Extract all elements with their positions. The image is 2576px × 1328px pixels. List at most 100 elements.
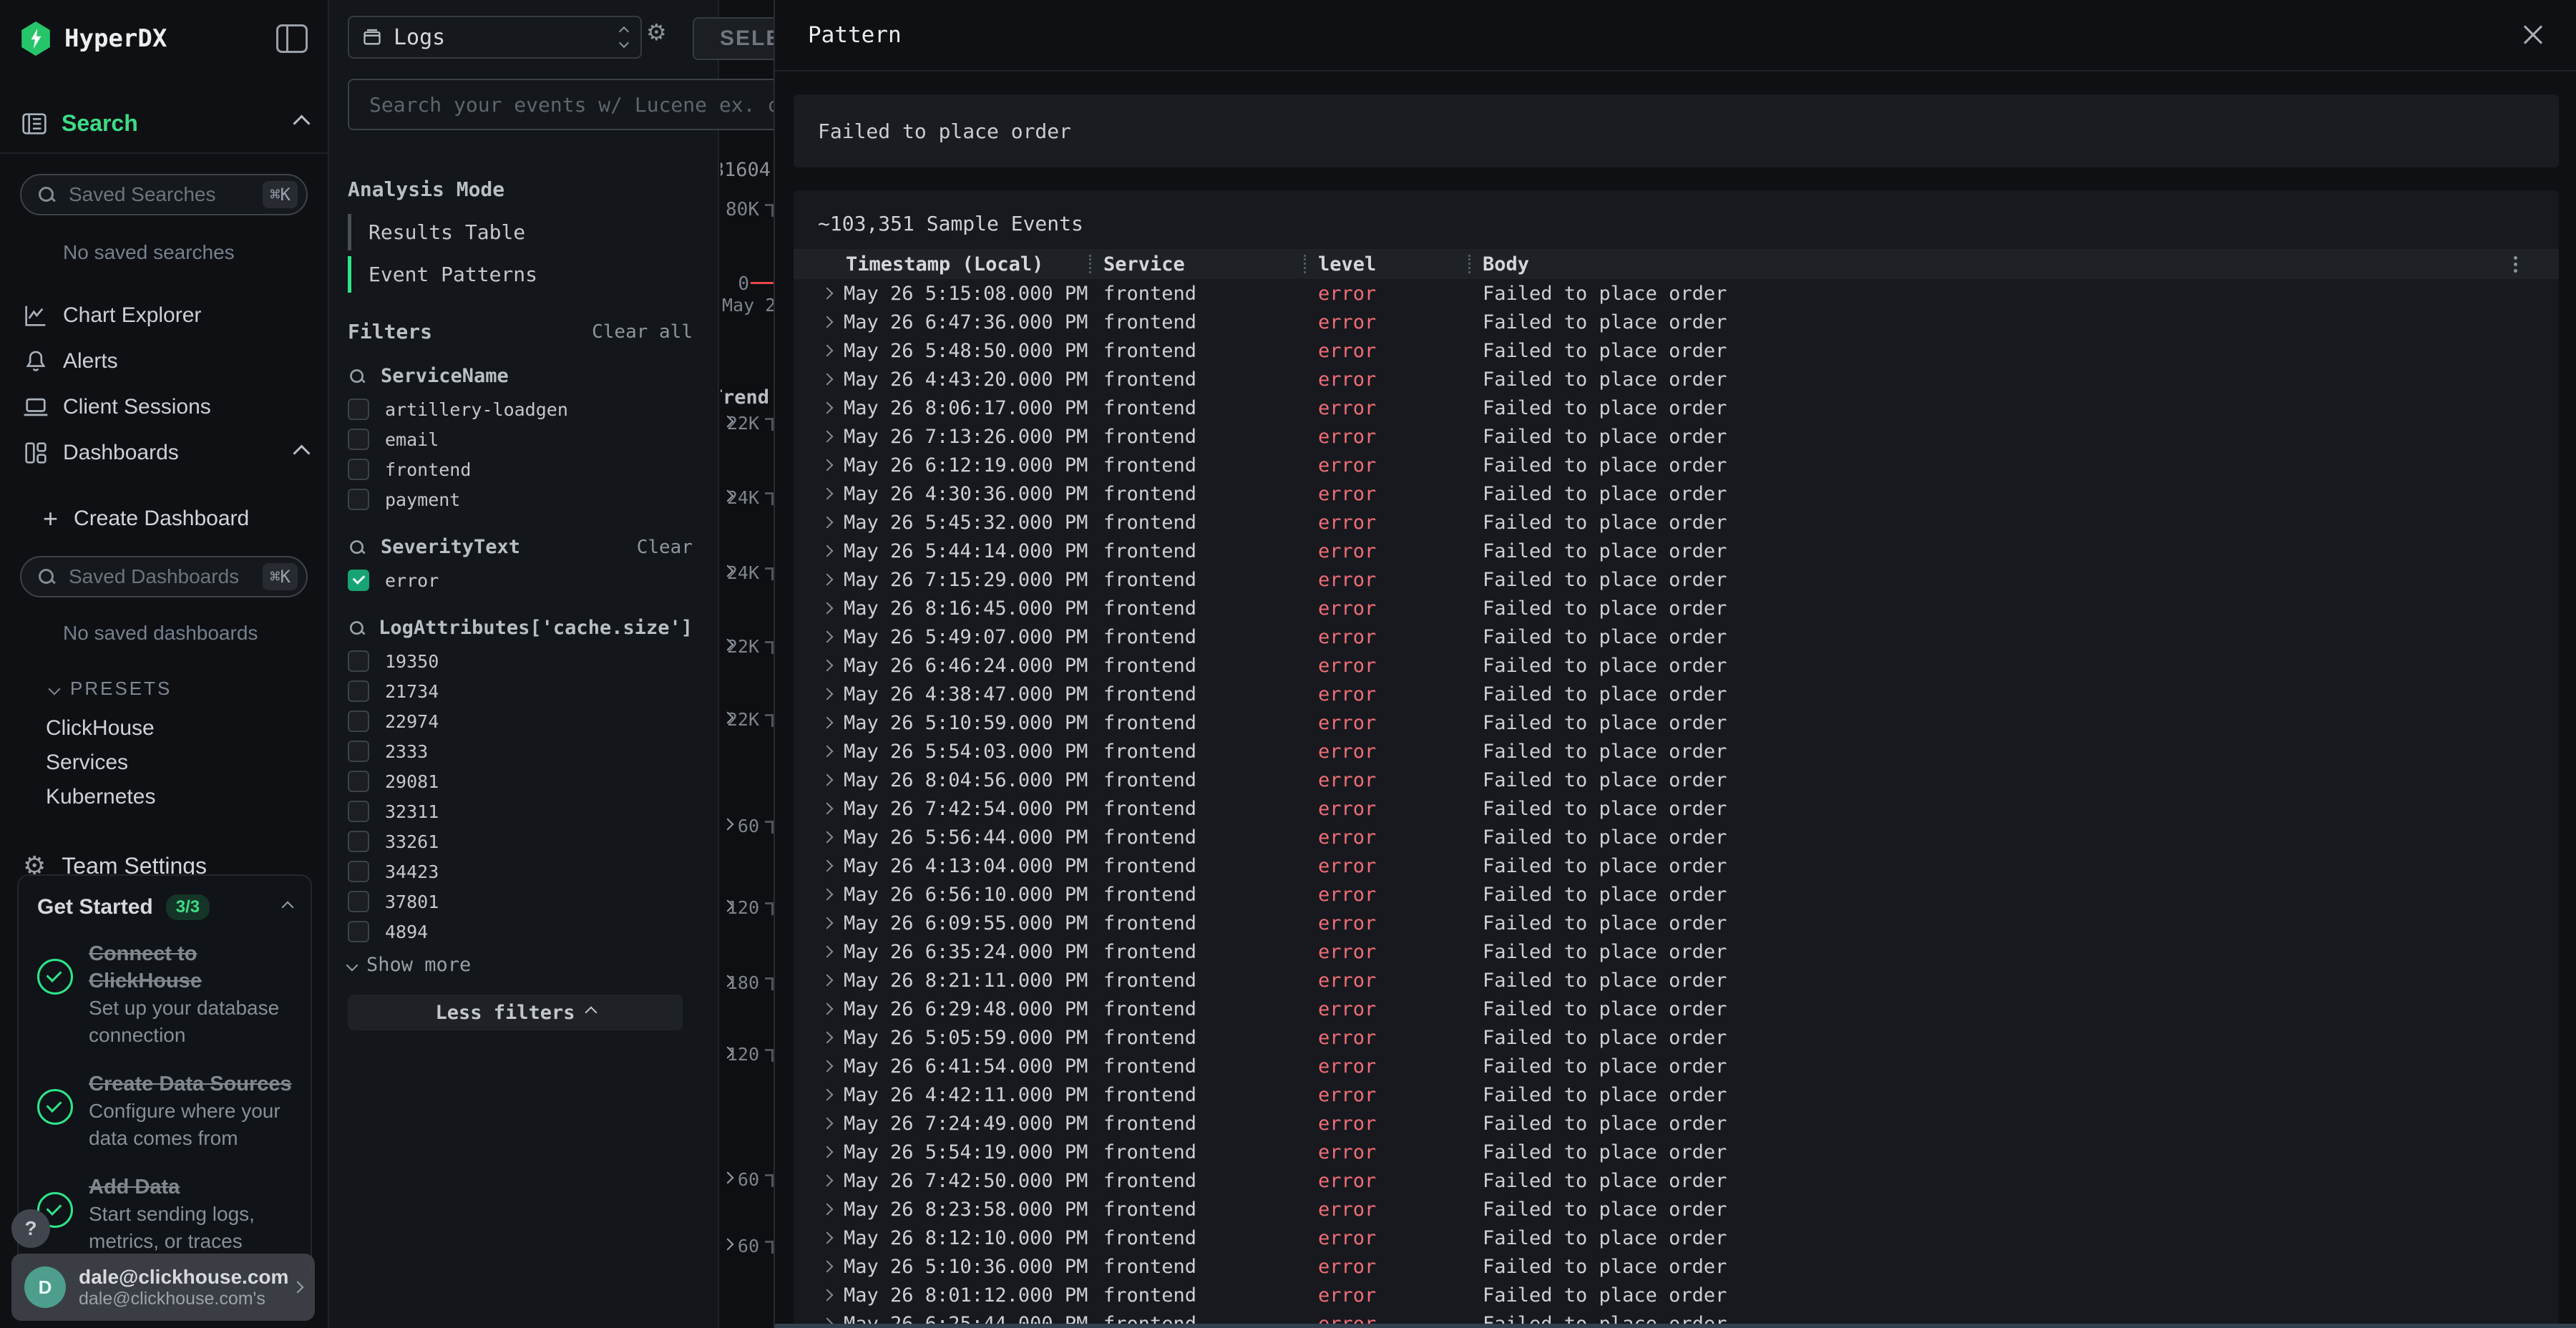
event-row[interactable]: May 26 8:21:11.000 PM frontend error Fai… xyxy=(794,966,2559,995)
clear-all-link[interactable]: Clear all xyxy=(592,321,693,343)
event-row[interactable]: May 26 8:06:17.000 PM frontend error Fai… xyxy=(794,394,2559,422)
expand-event-icon[interactable] xyxy=(821,1232,834,1244)
preset-item[interactable]: Services xyxy=(0,746,328,780)
expand-event-icon[interactable] xyxy=(821,917,834,929)
expand-event-icon[interactable] xyxy=(821,774,834,786)
create-dashboard-button[interactable]: + Create Dashboard xyxy=(43,504,328,533)
chevron-up-icon[interactable] xyxy=(282,902,294,914)
help-button[interactable]: ? xyxy=(11,1209,50,1248)
event-row[interactable]: May 26 4:13:04.000 PM frontend error Fai… xyxy=(794,851,2559,880)
sidebar-item-alerts[interactable]: Alerts xyxy=(0,338,328,384)
expand-row-icon[interactable] xyxy=(722,819,734,831)
event-row[interactable]: May 26 7:42:54.000 PM frontend error Fai… xyxy=(794,794,2559,823)
expand-event-icon[interactable] xyxy=(821,488,834,500)
expand-event-icon[interactable] xyxy=(821,1204,834,1216)
chevron-up-icon[interactable] xyxy=(293,444,310,462)
expand-event-icon[interactable] xyxy=(821,1003,834,1015)
expand-event-icon[interactable] xyxy=(821,803,834,815)
event-row[interactable]: May 26 8:16:45.000 PM frontend error Fai… xyxy=(794,594,2559,622)
expand-event-icon[interactable] xyxy=(821,1118,834,1130)
saved-dashboards-input[interactable]: ⌘K xyxy=(20,556,308,597)
column-level[interactable]: level xyxy=(1304,249,1468,279)
checkbox-unchecked[interactable] xyxy=(348,891,369,912)
mode-results-table[interactable]: Results Table xyxy=(348,214,693,250)
expand-event-icon[interactable] xyxy=(821,545,834,557)
expand-event-icon[interactable] xyxy=(821,402,834,414)
expand-row-icon[interactable] xyxy=(722,1239,734,1251)
filter-option[interactable]: artillery-loadgen xyxy=(348,394,693,424)
event-row[interactable]: May 26 5:54:03.000 PM frontend error Fai… xyxy=(794,737,2559,766)
clear-severity-link[interactable]: Clear xyxy=(637,537,693,558)
saved-searches-field[interactable] xyxy=(67,182,263,207)
checkbox-unchecked[interactable] xyxy=(348,771,369,792)
filter-option[interactable]: payment xyxy=(348,484,693,514)
checkbox-unchecked[interactable] xyxy=(348,459,369,480)
event-row[interactable]: May 26 5:15:08.000 PM frontend error Fai… xyxy=(794,279,2559,308)
event-row[interactable]: May 26 5:05:59.000 PM frontend error Fai… xyxy=(794,1023,2559,1052)
get-started-task[interactable]: Connect to ClickHouse Set up your databa… xyxy=(37,940,292,1049)
event-row[interactable]: May 26 7:24:49.000 PM frontend error Fai… xyxy=(794,1109,2559,1138)
checkbox-unchecked[interactable] xyxy=(348,711,369,732)
event-row[interactable]: May 26 4:38:47.000 PM frontend error Fai… xyxy=(794,680,2559,708)
filter-option[interactable]: email xyxy=(348,424,693,454)
filter-option-error[interactable]: error xyxy=(348,565,693,595)
filter-option[interactable]: 2333 xyxy=(348,736,693,766)
checkbox-unchecked[interactable] xyxy=(348,650,369,672)
filter-option[interactable]: 34423 xyxy=(348,856,693,887)
show-more-link[interactable]: Show more xyxy=(348,954,693,976)
event-row[interactable]: May 26 6:29:48.000 PM frontend error Fai… xyxy=(794,995,2559,1023)
column-service[interactable]: Service xyxy=(1089,249,1304,279)
event-row[interactable]: May 26 4:42:11.000 PM frontend error Fai… xyxy=(794,1080,2559,1109)
preset-item[interactable]: ClickHouse xyxy=(0,711,328,746)
filter-option[interactable]: 33261 xyxy=(348,826,693,856)
expand-event-icon[interactable] xyxy=(821,374,834,386)
checkbox-unchecked[interactable] xyxy=(348,680,369,702)
expand-event-icon[interactable] xyxy=(821,889,834,901)
event-row[interactable]: May 26 7:15:29.000 PM frontend error Fai… xyxy=(794,565,2559,594)
expand-event-icon[interactable] xyxy=(821,1089,834,1101)
event-row[interactable]: May 26 5:44:14.000 PM frontend error Fai… xyxy=(794,537,2559,565)
filter-option[interactable]: 29081 xyxy=(348,766,693,796)
horizontal-scrollbar[interactable] xyxy=(775,1324,2576,1328)
source-select[interactable]: Logs xyxy=(348,16,642,59)
event-row[interactable]: May 26 5:54:19.000 PM frontend error Fai… xyxy=(794,1138,2559,1166)
mode-event-patterns[interactable]: Event Patterns xyxy=(348,256,693,293)
expand-event-icon[interactable] xyxy=(821,517,834,529)
expand-event-icon[interactable] xyxy=(821,1060,834,1073)
expand-event-icon[interactable] xyxy=(821,946,834,958)
get-started-task[interactable]: Add Data Start sending logs, metrics, or… xyxy=(37,1173,292,1255)
expand-event-icon[interactable] xyxy=(821,660,834,672)
table-options-kebab-icon[interactable] xyxy=(2514,256,2517,273)
checkbox-unchecked[interactable] xyxy=(348,399,369,420)
expand-event-icon[interactable] xyxy=(821,831,834,844)
column-timestamp[interactable]: Timestamp (Local) xyxy=(794,249,1089,279)
source-settings-gear-icon[interactable]: ⚙ xyxy=(646,19,667,46)
column-body[interactable]: Body xyxy=(1468,249,2559,279)
expand-event-icon[interactable] xyxy=(821,631,834,643)
filter-option[interactable]: frontend xyxy=(348,454,693,484)
checkbox-unchecked[interactable] xyxy=(348,429,369,450)
event-row[interactable]: May 26 5:45:32.000 PM frontend error Fai… xyxy=(794,508,2559,537)
expand-event-icon[interactable] xyxy=(821,860,834,872)
event-row[interactable]: May 26 7:42:50.000 PM frontend error Fai… xyxy=(794,1166,2559,1195)
filter-option[interactable]: 22974 xyxy=(348,706,693,736)
filter-search-icon[interactable] xyxy=(348,539,365,555)
sidebar-item-chart-explorer[interactable]: Chart Explorer xyxy=(0,293,328,338)
expand-event-icon[interactable] xyxy=(821,1261,834,1273)
checkbox-unchecked[interactable] xyxy=(348,741,369,762)
filter-search-icon[interactable] xyxy=(348,620,364,636)
expand-event-icon[interactable] xyxy=(821,574,834,586)
event-row[interactable]: May 26 5:10:59.000 PM frontend error Fai… xyxy=(794,708,2559,737)
expand-event-icon[interactable] xyxy=(821,1146,834,1158)
close-icon[interactable] xyxy=(2522,24,2545,47)
checkbox-unchecked[interactable] xyxy=(348,831,369,852)
preset-item[interactable]: Kubernetes xyxy=(0,780,328,814)
event-row[interactable]: May 26 7:13:26.000 PM frontend error Fai… xyxy=(794,422,2559,451)
event-row[interactable]: May 26 4:30:36.000 PM frontend error Fai… xyxy=(794,479,2559,508)
event-row[interactable]: May 26 8:04:56.000 PM frontend error Fai… xyxy=(794,766,2559,794)
saved-dashboards-field[interactable] xyxy=(67,565,263,589)
event-row[interactable]: May 26 6:35:24.000 PM frontend error Fai… xyxy=(794,937,2559,966)
less-filters-button[interactable]: Less filters xyxy=(348,995,683,1030)
event-row[interactable]: May 26 8:23:58.000 PM frontend error Fai… xyxy=(794,1195,2559,1224)
expand-event-icon[interactable] xyxy=(821,1032,834,1044)
